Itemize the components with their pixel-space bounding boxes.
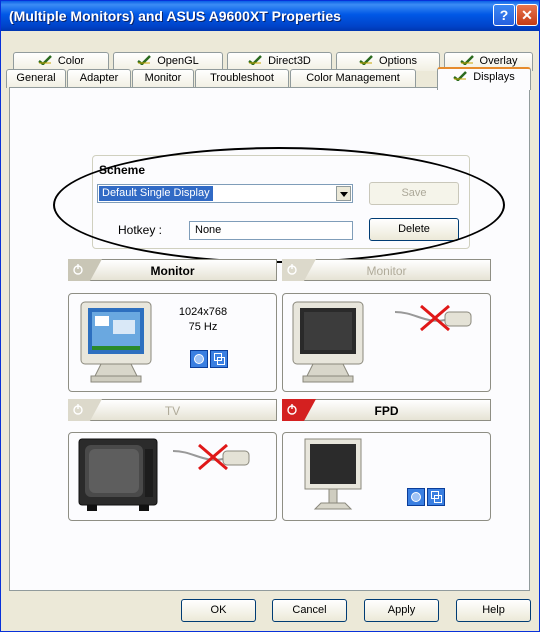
extended-mode-icon[interactable] [427,488,445,506]
crt-monitor-icon [80,301,152,383]
flat-panel-icon [304,438,362,510]
display-monitor-1[interactable]: 1024x768 75 Hz [68,293,277,392]
refresh-rate-text: 75 Hz [188,321,218,333]
disconnected-cable-icon [173,443,250,471]
display-monitor-1-header[interactable]: Monitor [68,259,277,281]
display-fpd[interactable] [282,432,491,521]
panel-content: Scheme Default Single Display Save Hotke… [1,1,540,633]
annotation-ellipse [53,147,505,263]
disconnected-cable-icon [395,304,472,332]
tv-icon [78,438,158,511]
display-monitor-2-header[interactable]: Monitor [282,259,491,281]
display-fpd-header[interactable]: FPD [282,399,491,421]
display-monitor-2[interactable] [282,293,491,392]
display-label: FPD [374,404,399,418]
properties-window: (Multiple Monitors) and ASUS A9600XT Pro… [0,0,540,632]
display-tv-header[interactable]: TV [68,399,277,421]
crt-monitor-icon [292,301,364,383]
resolution-text: 1024x768 [178,306,228,318]
clone-mode-icon[interactable] [190,350,208,368]
extended-mode-icon[interactable] [210,350,228,368]
display-label: Monitor [366,264,407,278]
display-label: Monitor [150,264,195,278]
clone-mode-icon[interactable] [407,488,425,506]
display-tv[interactable] [68,432,277,521]
display-label: TV [164,404,181,418]
